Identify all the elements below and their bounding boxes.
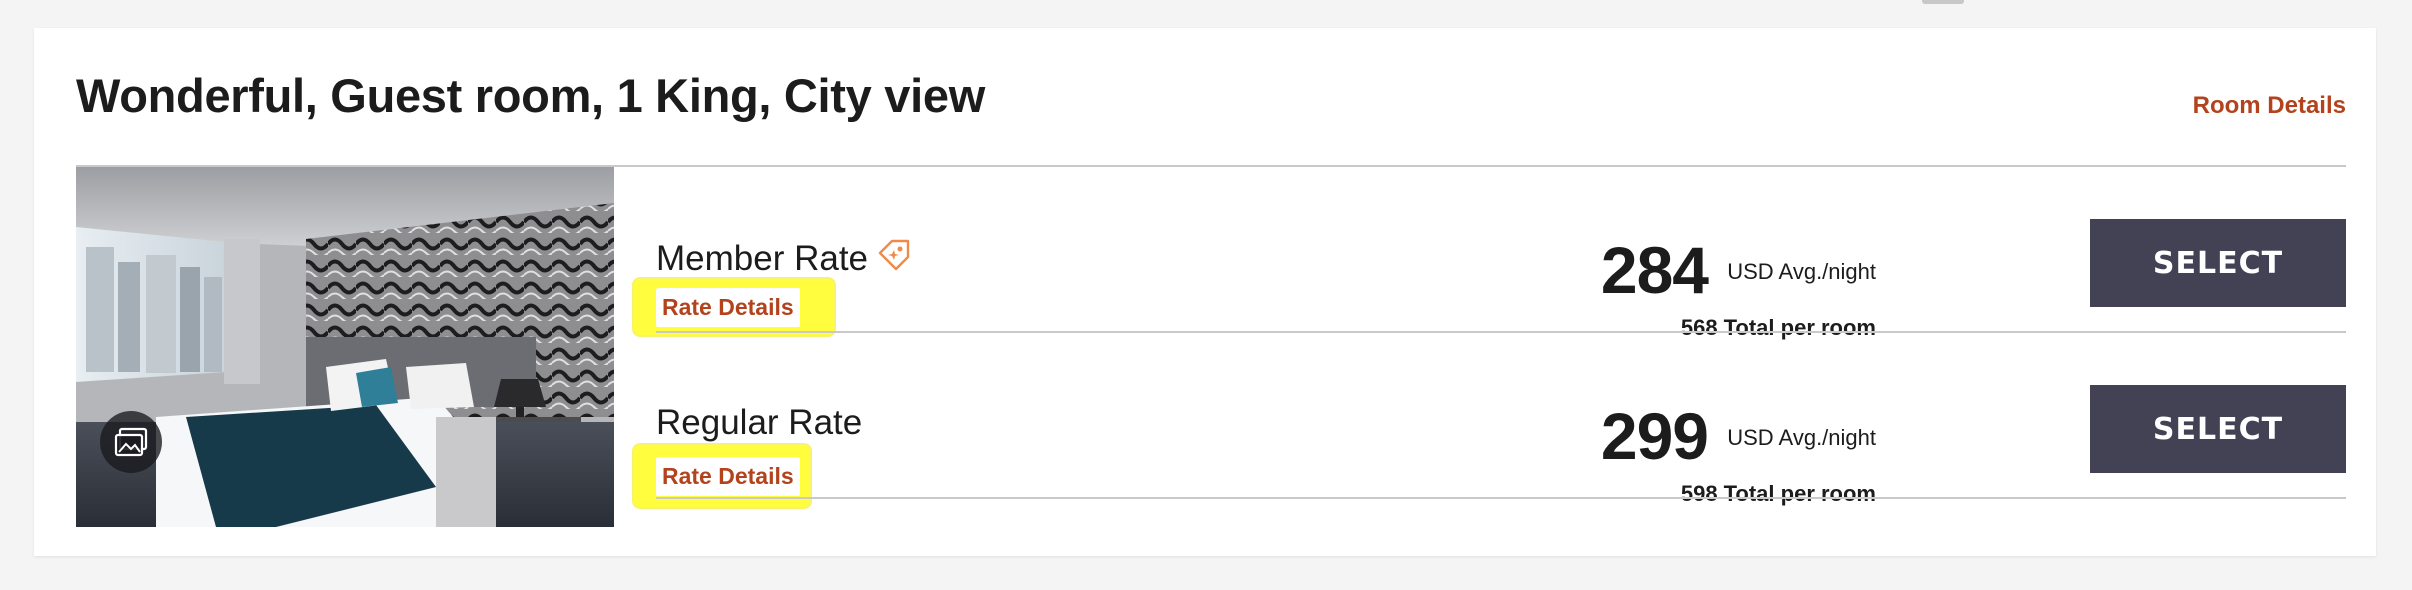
rate-details-highlight: Rate Details — [634, 279, 834, 335]
rate-row: Regular Rate Rate Details 299 USD Avg./n… — [634, 333, 2346, 507]
rate-row: Member Rate Rate Details 284 USD Avg./ni… — [634, 167, 2346, 340]
price-block: 284 USD Avg./night 568 Total per room — [1576, 233, 1876, 340]
price-block: 299 USD Avg./night 598 Total per room — [1576, 399, 1876, 506]
rate-details-link[interactable]: Rate Details — [662, 294, 794, 320]
divider — [656, 497, 2346, 499]
select-button[interactable]: SELECT — [2090, 385, 2346, 473]
gallery-button[interactable] — [100, 411, 162, 473]
rates-list: Member Rate Rate Details 284 USD Avg./ni… — [634, 167, 2346, 507]
room-title: Wonderful, Guest room, 1 King, City view — [76, 69, 985, 122]
scrollbar-thumb[interactable] — [1922, 0, 1964, 4]
rate-name-label: Regular Rate — [656, 403, 863, 442]
image-gallery-icon — [114, 427, 148, 457]
price-unit: USD Avg./night — [1727, 425, 1876, 450]
rate-details-link[interactable]: Rate Details — [662, 463, 794, 489]
total-amount: 598 — [1680, 481, 1718, 506]
room-photo-image — [76, 167, 614, 527]
total-label: Total per room — [1723, 481, 1876, 506]
price-amount: 284 — [1600, 233, 1709, 307]
price-total: 598 Total per room — [1681, 481, 1876, 507]
price-amount: 299 — [1600, 399, 1709, 473]
rate-details-container: Rate Details — [656, 456, 800, 496]
price-unit: USD Avg./night — [1727, 259, 1876, 284]
tag-icon — [876, 237, 912, 280]
select-button[interactable]: SELECT — [2090, 219, 2346, 307]
rate-name: Regular Rate — [656, 403, 862, 443]
rate-name-label: Member Rate — [656, 238, 869, 278]
room-card: Wonderful, Guest room, 1 King, City view… — [34, 28, 2376, 556]
room-details-link[interactable]: Room Details — [2193, 92, 2346, 120]
rate-name: Member Rate — [656, 237, 912, 280]
rate-details-container: Rate Details — [656, 287, 800, 327]
room-photo[interactable] — [76, 167, 614, 527]
